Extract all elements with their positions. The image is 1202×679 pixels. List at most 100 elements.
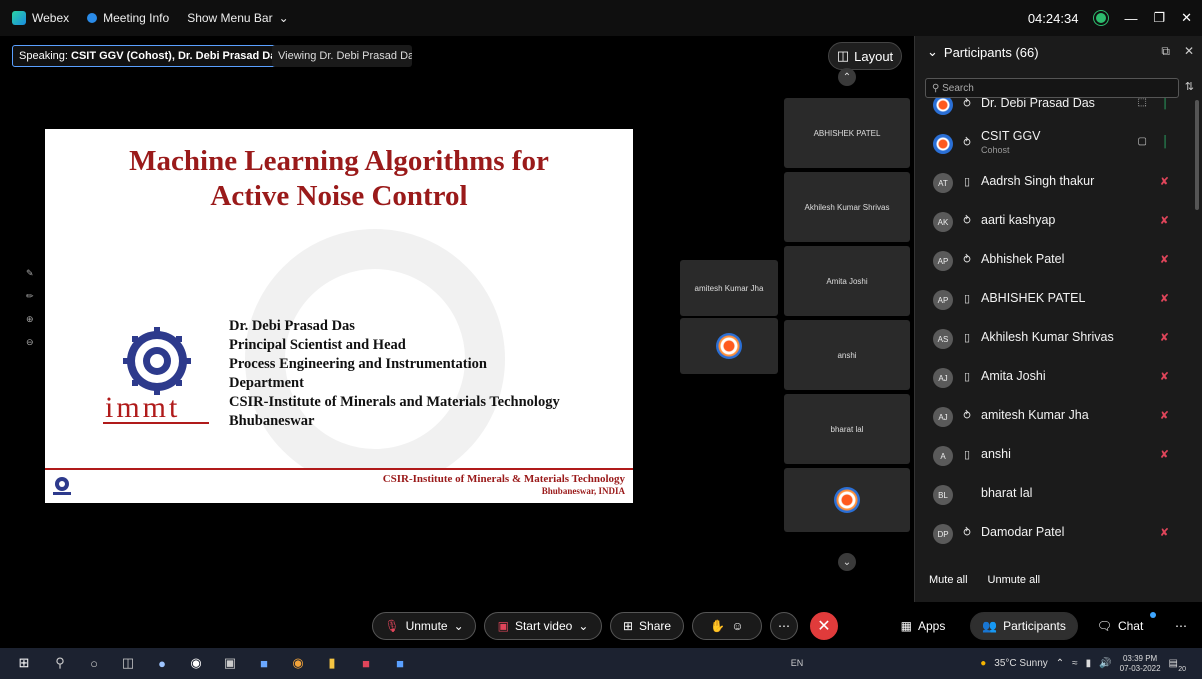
weather-text[interactable]: 35°C Sunny: [994, 658, 1047, 669]
participant-row[interactable]: AS ▯ Akhilesh Kumar Shrivas ✘: [915, 320, 1187, 358]
participant-row[interactable]: BL bharat lal: [915, 476, 1187, 514]
video-tile[interactable]: amitesh Kumar Jha: [680, 260, 778, 316]
slide-title-line2: Active Noise Control: [210, 180, 468, 212]
more-options-button[interactable]: ⋯: [770, 612, 798, 640]
annotation-toolbar: ✎ ✏ ⊕ ⊖: [26, 268, 34, 348]
popout-icon[interactable]: ⧉: [1161, 44, 1170, 59]
leave-meeting-button[interactable]: ✕: [810, 612, 838, 640]
webex-menu[interactable]: Webex: [12, 11, 69, 25]
restore-button[interactable]: ❐: [1153, 10, 1165, 26]
avatar: A: [933, 446, 953, 466]
scroll-down-icon[interactable]: ⌄: [838, 553, 856, 571]
search-icon[interactable]: ⚲: [52, 655, 68, 671]
immt-logo-underline: [103, 422, 209, 424]
participant-name: aarti kashyap: [981, 213, 1056, 227]
close-panel-icon[interactable]: ✕: [1184, 44, 1194, 59]
video-tile[interactable]: Akhilesh Kumar Shrivas: [784, 172, 910, 242]
info-icon: [87, 13, 98, 23]
avatar: AK: [933, 212, 953, 232]
start-icon[interactable]: ⊞: [16, 655, 32, 671]
participant-row[interactable]: AP ▯ ABHISHEK PATEL ✘: [915, 281, 1187, 319]
scroll-up-icon[interactable]: ⌃: [838, 68, 856, 86]
reactions-group[interactable]: ✋ ☺: [692, 612, 762, 640]
participant-row[interactable]: DP ⥁ Damodar Patel ✘: [915, 515, 1187, 553]
mic-muted-icon: ✘: [1159, 527, 1169, 539]
phone-icon: ▯: [963, 293, 971, 305]
unmute-all-button[interactable]: Unmute all: [988, 574, 1041, 586]
meeting-timer: 04:24:34: [1027, 10, 1079, 26]
zoom-app-icon[interactable]: ●: [154, 655, 170, 671]
zoom-in-icon[interactable]: ⊕: [26, 314, 34, 325]
video-tile[interactable]: Amita Joshi: [784, 246, 910, 316]
start-video-button[interactable]: ▣ Start video ⌄: [484, 612, 602, 640]
participant-row[interactable]: AJ ⥁ amitesh Kumar Jha ✘: [915, 398, 1187, 436]
participant-name: Damodar Patel: [981, 525, 1065, 539]
share-label: Share: [639, 619, 672, 633]
maps-app-icon[interactable]: ◉: [188, 655, 204, 671]
participants-button[interactable]: 👥 Participants: [970, 612, 1078, 640]
more-icon[interactable]: ⋯: [1168, 612, 1194, 640]
headset-icon: ⥁: [963, 254, 971, 266]
reactions-icon[interactable]: ☺: [731, 619, 743, 633]
meeting-info-button[interactable]: Meeting Info: [87, 11, 169, 25]
viewing-label: Viewing Dr. Debi Prasad Das'...: [272, 45, 412, 67]
battery-icon[interactable]: ▮: [1086, 658, 1092, 669]
pointer-tool-icon[interactable]: ✎: [26, 268, 34, 279]
webex-app-icon[interactable]: ■: [392, 655, 408, 671]
chat-app-icon[interactable]: ▣: [222, 655, 238, 671]
close-button[interactable]: ✕: [1181, 10, 1192, 26]
participant-row[interactable]: AJ ▯ Amita Joshi ✘: [915, 359, 1187, 397]
participant-row[interactable]: AP ⥁ Abhishek Patel ✘: [915, 242, 1187, 280]
participant-row[interactable]: A ▯ anshi ✘: [915, 437, 1187, 475]
pen-tool-icon[interactable]: ✏: [26, 291, 34, 302]
minimize-button[interactable]: —: [1124, 11, 1137, 26]
participant-search-input[interactable]: ⚲ Search: [925, 78, 1179, 98]
file-explorer-icon[interactable]: ▮: [324, 655, 340, 671]
avatar: AP: [933, 251, 953, 271]
avatar: DP: [933, 524, 953, 544]
layout-button[interactable]: ◫ Layout: [828, 42, 902, 70]
photoshop-app-icon[interactable]: ■: [256, 655, 272, 671]
chat-button[interactable]: 🗨 Chat: [1088, 612, 1152, 640]
tile-name: Akhilesh Kumar Shrivas: [804, 202, 890, 212]
tile-name: bharat lal: [830, 424, 864, 434]
video-off-icon: ▣: [497, 619, 509, 633]
video-tile[interactable]: anshi: [784, 320, 910, 390]
show-menu-bar-button[interactable]: Show Menu Bar ⌄: [187, 11, 288, 25]
zoom-out-icon[interactable]: ⊖: [26, 337, 34, 348]
tile-name: amitesh Kumar Jha: [694, 283, 764, 293]
video-tile[interactable]: [680, 318, 778, 374]
apps-button[interactable]: ▦ Apps: [888, 612, 958, 640]
share-button[interactable]: ⊞ Share: [610, 612, 684, 640]
language-indicator[interactable]: EN: [786, 655, 808, 671]
participants-header[interactable]: ⌄ Participants (66): [927, 44, 1039, 60]
cortana-icon[interactable]: ○: [86, 655, 102, 671]
slide-title: Machine Learning Algorithms for Active N…: [45, 144, 633, 214]
chrome-app-icon[interactable]: ◉: [290, 655, 306, 671]
connection-status-icon[interactable]: [1094, 11, 1109, 25]
unmute-button[interactable]: 🎙 Unmute ⌄: [372, 612, 476, 640]
scrollbar[interactable]: [1195, 100, 1199, 210]
system-clock[interactable]: 03:39 PM 07-03-2022: [1120, 654, 1161, 674]
task-view-icon[interactable]: ◫: [120, 655, 136, 671]
notifications-icon[interactable]: ▤ 20: [1169, 658, 1186, 673]
volume-icon[interactable]: 🔊: [1099, 658, 1111, 669]
powerpoint-app-icon[interactable]: ■: [358, 655, 374, 671]
video-tile[interactable]: bharat lal: [784, 394, 910, 464]
tray-chevron-icon[interactable]: ⌃: [1056, 658, 1064, 669]
network-icon[interactable]: ≈: [1072, 658, 1078, 669]
video-tile[interactable]: ABHISHEK PATEL: [784, 98, 910, 168]
participant-row[interactable]: ⥁ Dr. Debi Prasad Das ⬚ │: [915, 98, 1187, 124]
csir-emblem-icon: [123, 327, 191, 395]
participant-row[interactable]: AK ⥁ aarti kashyap ✘: [915, 203, 1187, 241]
participant-row[interactable]: AT ▯ Aadrsh Singh thakur ✘: [915, 164, 1187, 202]
participant-row[interactable]: ⥁ CSIT GGV Cohost ▢ │: [915, 125, 1187, 163]
mute-all-button[interactable]: Mute all: [929, 574, 968, 586]
sort-icon[interactable]: ⇅: [1185, 80, 1194, 93]
raise-hand-icon[interactable]: ✋: [710, 619, 725, 633]
video-tile[interactable]: [784, 468, 910, 532]
chevron-down-icon: ⌄: [278, 11, 289, 25]
participant-name: Amita Joshi: [981, 369, 1046, 383]
unmute-label: Unmute: [405, 619, 448, 633]
meeting-info-label: Meeting Info: [103, 11, 170, 25]
